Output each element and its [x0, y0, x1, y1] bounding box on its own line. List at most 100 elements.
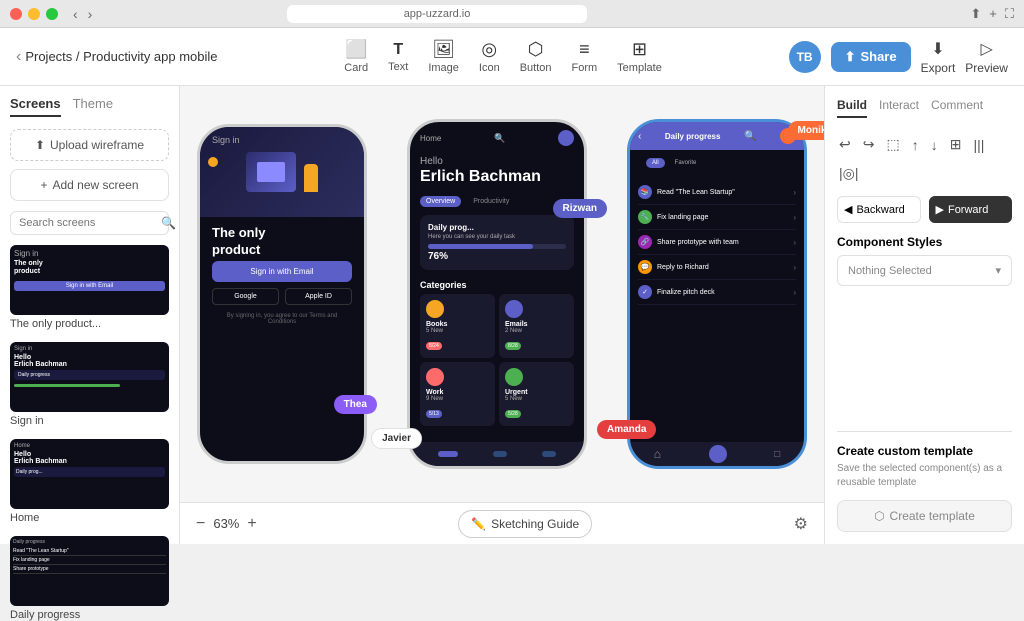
task-icon-5: ✓ [638, 285, 652, 299]
maximize-button[interactable] [46, 8, 58, 20]
home-categories: Categories Books 5 New 8/24 Emails [410, 274, 584, 430]
home-progress-card: Daily prog... Here you can see your dail… [420, 215, 574, 270]
task-chevron-2: › [793, 213, 796, 222]
new-tab-icon[interactable]: + [989, 6, 997, 22]
toolbar-image[interactable]: 🖼 Image [428, 39, 459, 74]
screen-thumb-signin[interactable]: Sign in HelloErlich Bachman Daily progre… [10, 342, 169, 427]
tool-columns[interactable]: ||| [971, 134, 986, 155]
close-button[interactable] [10, 8, 22, 20]
component-dropdown[interactable]: Nothing Selected ▾ [837, 255, 1012, 286]
amanda-collaborator-badge: Amanda [597, 420, 656, 439]
urgent-count: 5 New [505, 396, 568, 402]
address-bar[interactable]: app-uzzard.io [287, 5, 587, 23]
home-hello: Hello [420, 156, 574, 167]
panel-tab-interact[interactable]: Interact [879, 98, 919, 118]
zoom-in-button[interactable]: + [247, 515, 256, 533]
daily-search-icon[interactable]: 🔍 [744, 131, 756, 142]
tab-productivity[interactable]: Productivity [467, 196, 515, 207]
apple-button[interactable]: Apple ID [285, 288, 352, 305]
forward-nav-button[interactable]: › [85, 6, 96, 22]
app-header: ‹ Projects / Productivity app mobile ⬜ C… [0, 28, 1024, 86]
component-styles-title: Component Styles [837, 235, 1012, 249]
search-input[interactable] [19, 217, 161, 229]
nav-dot-3 [542, 451, 556, 457]
screen-daily[interactable]: ‹ Daily progress 🔍 All Favorite 📚 [627, 119, 807, 469]
nav-center-dot [709, 445, 727, 463]
rizwan-collaborator-badge: Rizwan [553, 199, 607, 218]
share-window-icon[interactable]: ⬆ [970, 6, 981, 22]
tool-frame[interactable]: ⬚ [884, 134, 901, 155]
canvas-content: Sign in The onlyproduct Sign in with Ema… [180, 86, 824, 502]
toolbar-button[interactable]: ⬡ Button [520, 39, 552, 74]
toolbar-text[interactable]: T Text [388, 41, 408, 73]
task-row-4[interactable]: 💬 Reply to Richard › [638, 255, 796, 280]
traffic-lights [10, 8, 58, 20]
category-books[interactable]: Books 5 New 8/24 [420, 294, 495, 358]
toolbar-form[interactable]: ≡ Form [572, 39, 598, 74]
screen-thumb-daily[interactable]: Daily progress Read "The Lean Startup" F… [10, 536, 169, 621]
screen-home[interactable]: Home 🔍 Hello Erlich Bachman Overview Pro… [407, 119, 587, 469]
task-name-5: Finalize pitch deck [657, 289, 793, 296]
back-button[interactable]: ‹ [16, 48, 21, 66]
work-icon [426, 368, 444, 386]
tab-screens[interactable]: Screens [10, 96, 61, 117]
panel-tab-comment[interactable]: Comment [931, 98, 983, 118]
screen-thumb-1[interactable]: Sign in The onlyproduct Sign in with Ema… [10, 245, 169, 330]
signin-email-button[interactable]: Sign in with Email [212, 261, 352, 282]
add-screen-button[interactable]: + Add new screen [10, 169, 169, 201]
zoom-out-button[interactable]: − [196, 515, 205, 533]
search-btn-home[interactable]: 🔍 [494, 133, 505, 144]
thumb-dark-home: Home HelloErlich Bachman Daily prog... [10, 439, 169, 509]
tool-grid[interactable]: ⊞ [948, 134, 964, 155]
work-badge: 5/13 [426, 410, 442, 418]
category-work[interactable]: Work 9 New 5/13 [420, 362, 495, 426]
tool-center[interactable]: |◎| [837, 163, 861, 184]
tab-theme[interactable]: Theme [73, 96, 113, 117]
screen-thumb-home[interactable]: Home HelloErlich Bachman Daily prog... H… [10, 439, 169, 524]
minimize-button[interactable] [28, 8, 40, 20]
task-row-3[interactable]: 🔗 Share prototype with team › [638, 230, 796, 255]
tool-redo[interactable]: ↪ [861, 134, 877, 155]
tool-down[interactable]: ↓ [929, 134, 940, 155]
sidebar-tabs: Screens Theme [10, 96, 169, 117]
task-chevron-1: › [793, 188, 796, 197]
upload-wireframe-button[interactable]: ⬆ Upload wireframe [10, 129, 169, 161]
share-button[interactable]: ⬆ Share [831, 42, 911, 72]
task-row-1[interactable]: 📚 Read "The Lean Startup" › [638, 180, 796, 205]
tab-overview[interactable]: Overview [420, 196, 461, 207]
google-button[interactable]: Google [212, 288, 279, 305]
create-template-button[interactable]: ⬡ Create template [837, 500, 1012, 532]
panel-tabs: Build Interact Comment [837, 98, 1012, 118]
forward-button[interactable]: ▶ Forward [929, 196, 1013, 223]
export-icon: ⬇ [931, 39, 944, 59]
task-row-2[interactable]: 🔧 Fix landing page › [638, 205, 796, 230]
task-icon-1: 📚 [638, 185, 652, 199]
task-row-5[interactable]: ✓ Finalize pitch deck › [638, 280, 796, 305]
add-icon: + [40, 178, 47, 192]
tool-undo[interactable]: ↩ [837, 134, 853, 155]
back-nav-button[interactable]: ‹ [70, 6, 81, 22]
export-button[interactable]: ⬇ Export [921, 39, 956, 75]
toolbar-icon[interactable]: ◎ Icon [479, 39, 500, 74]
fullscreen-icon[interactable]: ⛶ [1005, 6, 1014, 22]
progress-sub: Here you can see your daily task [428, 234, 566, 240]
home-top-bar: Home 🔍 [410, 122, 584, 150]
toolbar-template[interactable]: ⊞ Template [617, 39, 662, 74]
category-emails[interactable]: Emails 2 New 8/28 [499, 294, 574, 358]
daily-back-button[interactable]: ‹ [638, 131, 641, 142]
titlebar: ‹ › app-uzzard.io ⬆ + ⛶ [0, 0, 1024, 28]
share-icon: ⬆ [845, 49, 856, 65]
sketching-guide-button[interactable]: ✏️ Sketching Guide [458, 510, 592, 538]
home-greeting: Hello Erlich Bachman [410, 150, 584, 192]
backward-button[interactable]: ◀ Backward [837, 196, 921, 223]
category-urgent[interactable]: Urgent 5 New 5/28 [499, 362, 574, 426]
categories-title: Categories [420, 280, 574, 290]
toolbar-card[interactable]: ⬜ Card [344, 39, 368, 74]
preview-button[interactable]: ▷ Preview [965, 39, 1008, 75]
filter-all[interactable]: All [646, 158, 665, 168]
canvas-settings-button[interactable]: ⚙ [794, 514, 808, 534]
filter-favorite[interactable]: Favorite [669, 158, 703, 168]
tool-up[interactable]: ↑ [910, 134, 921, 155]
panel-tab-build[interactable]: Build [837, 98, 867, 118]
image-label: Image [428, 62, 459, 74]
